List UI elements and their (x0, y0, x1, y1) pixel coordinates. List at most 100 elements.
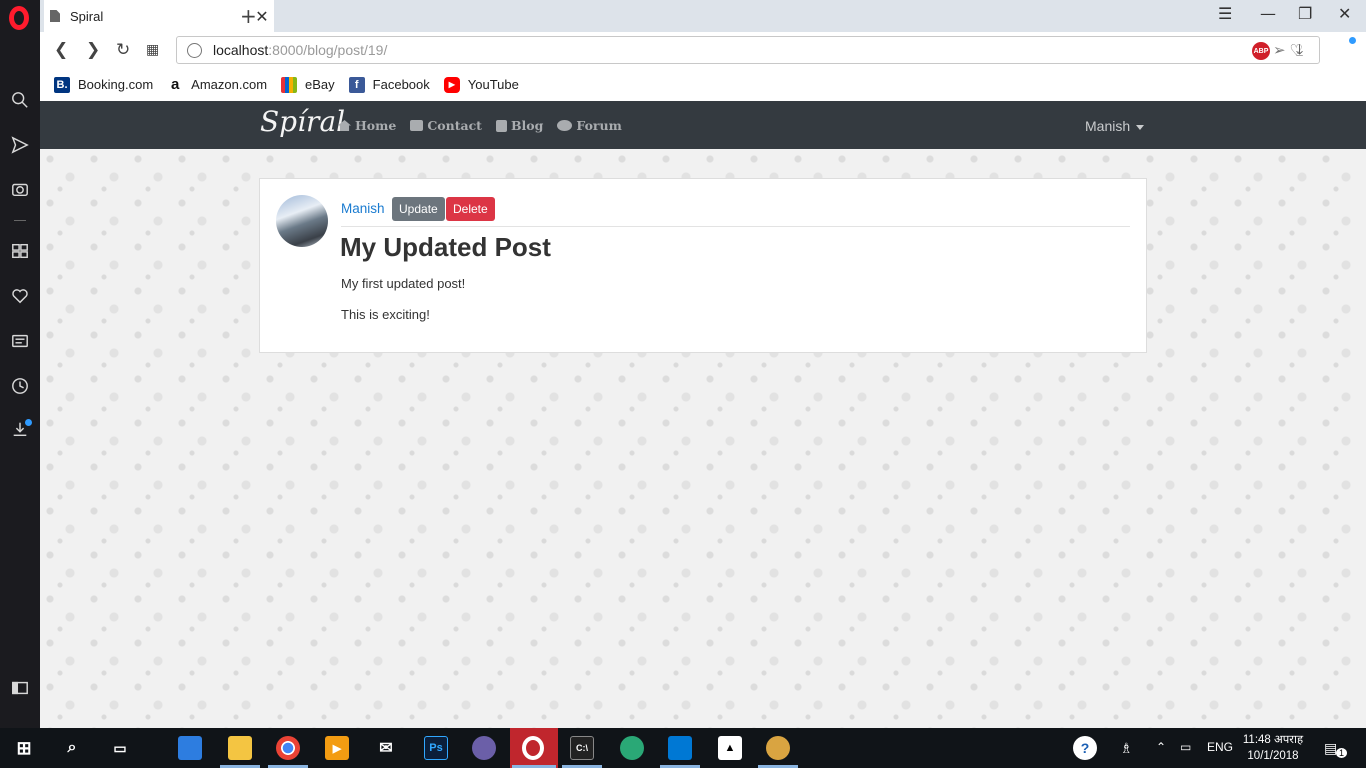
nav-blog[interactable]: Blog (495, 118, 544, 133)
back-icon[interactable]: ❮ (54, 40, 68, 60)
task-view-icon[interactable]: ▭ (108, 736, 132, 760)
site-navbar: Spíral Home Contact Blog Forum Manish (40, 101, 1366, 149)
address-bar-row: ❮ ❯ ↻ ▦ localhost:8000/blog/post/19/ ➢♡ (40, 32, 1366, 68)
bookmark-youtube[interactable]: ▶ YouTube (443, 76, 519, 93)
photos-icon[interactable]: ▲ (718, 736, 742, 760)
user-name: Manish (1085, 118, 1131, 134)
file-explorer-icon[interactable] (228, 736, 252, 760)
download-badge (25, 419, 32, 426)
globe-icon (187, 43, 202, 58)
nav-blog-label: Blog (510, 118, 544, 133)
booking-icon: B. (54, 76, 70, 93)
url-input[interactable]: localhost:8000/blog/post/19/ ➢♡ (176, 36, 1320, 64)
chevron-up-icon[interactable]: ⌃ (1156, 740, 1166, 754)
send-icon[interactable] (8, 133, 32, 157)
reload-icon[interactable]: ↻ (116, 40, 130, 60)
nav-home-label: Home (355, 118, 397, 133)
adblock-icon[interactable]: ABP (1252, 42, 1270, 60)
search-icon[interactable] (8, 88, 32, 112)
page-icon (50, 10, 60, 22)
bookmark-facebook[interactable]: f Facebook (348, 76, 430, 93)
nav-forum-label: Forum (576, 118, 622, 133)
search-icon[interactable]: ⌕ (60, 736, 84, 760)
avatar (276, 195, 328, 247)
atom-icon[interactable] (620, 736, 644, 760)
sidebar-toggle-icon[interactable] (8, 676, 32, 700)
delete-button[interactable]: Delete (446, 197, 495, 221)
store-icon[interactable] (178, 736, 202, 760)
post-paragraph: This is exciting! (341, 307, 430, 322)
bookmark-label: eBay (305, 77, 335, 92)
caret-down-icon (1136, 124, 1145, 130)
bookmark-booking[interactable]: B. Booking.com (54, 76, 154, 93)
update-button[interactable]: Update (392, 197, 445, 221)
comments-icon (557, 120, 573, 131)
bookmark-label: Facebook (372, 77, 430, 92)
terminal-icon[interactable]: C:\ (570, 736, 594, 760)
people-icon[interactable]: ♗ (1120, 740, 1133, 757)
new-tab-icon[interactable]: + (240, 4, 257, 28)
heart-icon[interactable] (8, 284, 32, 308)
clock[interactable]: 11:48 अपराह 10/1/2018 (1236, 732, 1310, 764)
nav-contact-label: Contact (427, 118, 482, 133)
close-window-icon[interactable]: ✕ (1338, 4, 1351, 23)
camera-icon[interactable] (8, 177, 32, 201)
downloads-icon[interactable]: ⤓ (1296, 40, 1303, 60)
amazon-icon: a (170, 76, 180, 93)
envelope-icon (410, 120, 424, 131)
url-host: localhost (213, 42, 269, 58)
bookmark-label: Booking.com (78, 77, 154, 92)
ebay-icon (281, 76, 298, 93)
downloads-badge (1349, 37, 1356, 44)
post-title: My Updated Post (340, 232, 551, 262)
vscode-icon[interactable] (668, 736, 692, 760)
photoshop-icon[interactable]: Ps (424, 736, 448, 760)
opera-logo-icon[interactable] (9, 6, 29, 30)
paint-icon[interactable] (766, 736, 790, 760)
tabs-grid-icon[interactable]: ▦ (146, 42, 159, 58)
help-icon[interactable]: ? (1073, 736, 1097, 760)
opera-icon[interactable] (522, 736, 544, 760)
page-content: Manish Update Delete My Updated Post My … (40, 149, 1366, 728)
bookmark-ebay[interactable]: eBay (281, 76, 335, 93)
bookmarks-bar: B. Booking.com a Amazon.com eBay f Faceb… (40, 68, 1366, 101)
minimize-icon[interactable]: — (1260, 4, 1276, 23)
sidebar-divider (14, 220, 26, 221)
url-path: :8000/blog/post/19/ (268, 42, 388, 58)
tab-menu-icon[interactable]: ☰ (1218, 4, 1232, 23)
nav-contact[interactable]: Contact (410, 118, 482, 133)
author-link[interactable]: Manish (341, 201, 385, 216)
bookmark-label: Amazon.com (191, 77, 268, 92)
app-circle-icon[interactable] (472, 736, 496, 760)
blog-icon (495, 119, 507, 132)
windows-start-icon[interactable]: ⊞ (12, 736, 36, 760)
tab-title: Spiral (70, 8, 104, 24)
divider (341, 226, 1130, 227)
restore-icon[interactable]: ❐ (1298, 4, 1312, 23)
clock-time: 11:48 अपराह (1242, 734, 1304, 746)
post-card: Manish Update Delete My Updated Post My … (259, 178, 1147, 353)
mail-icon[interactable]: ✉ (374, 736, 398, 760)
tab-bar: Spiral ✕ + ☰ — ❐ ✕ (40, 0, 1366, 32)
notification-count: 1 (1336, 748, 1348, 758)
site-nav-links: Home Contact Blog Forum (338, 118, 622, 133)
bookmark-amazon[interactable]: a Amazon.com (167, 76, 268, 93)
nav-forum[interactable]: Forum (557, 118, 622, 133)
user-dropdown[interactable]: Manish (1085, 118, 1145, 134)
language-indicator[interactable]: ENG (1207, 740, 1233, 754)
news-icon[interactable] (8, 329, 32, 353)
battery-icon[interactable]: ▭ (1180, 740, 1191, 754)
forward-icon[interactable]: ❯ (86, 40, 100, 60)
taskbar: ⊞ ⌕ ▭ ▶ ✉ Ps C:\ ▲ ? ♗ ⌃ ▭ ENG 11:48 अपर… (0, 728, 1366, 768)
clock-date: 10/1/2018 (1247, 750, 1299, 762)
nav-home[interactable]: Home (338, 118, 396, 133)
media-player-icon[interactable]: ▶ (325, 736, 349, 760)
chrome-icon[interactable] (276, 736, 300, 760)
bookmark-label: YouTube (467, 77, 519, 92)
opera-sidebar (0, 0, 40, 728)
facebook-icon: f (348, 76, 365, 93)
home-icon (338, 120, 351, 131)
speed-dial-icon[interactable] (8, 239, 32, 263)
site-brand[interactable]: Spíral (260, 105, 345, 138)
history-icon[interactable] (8, 374, 32, 398)
